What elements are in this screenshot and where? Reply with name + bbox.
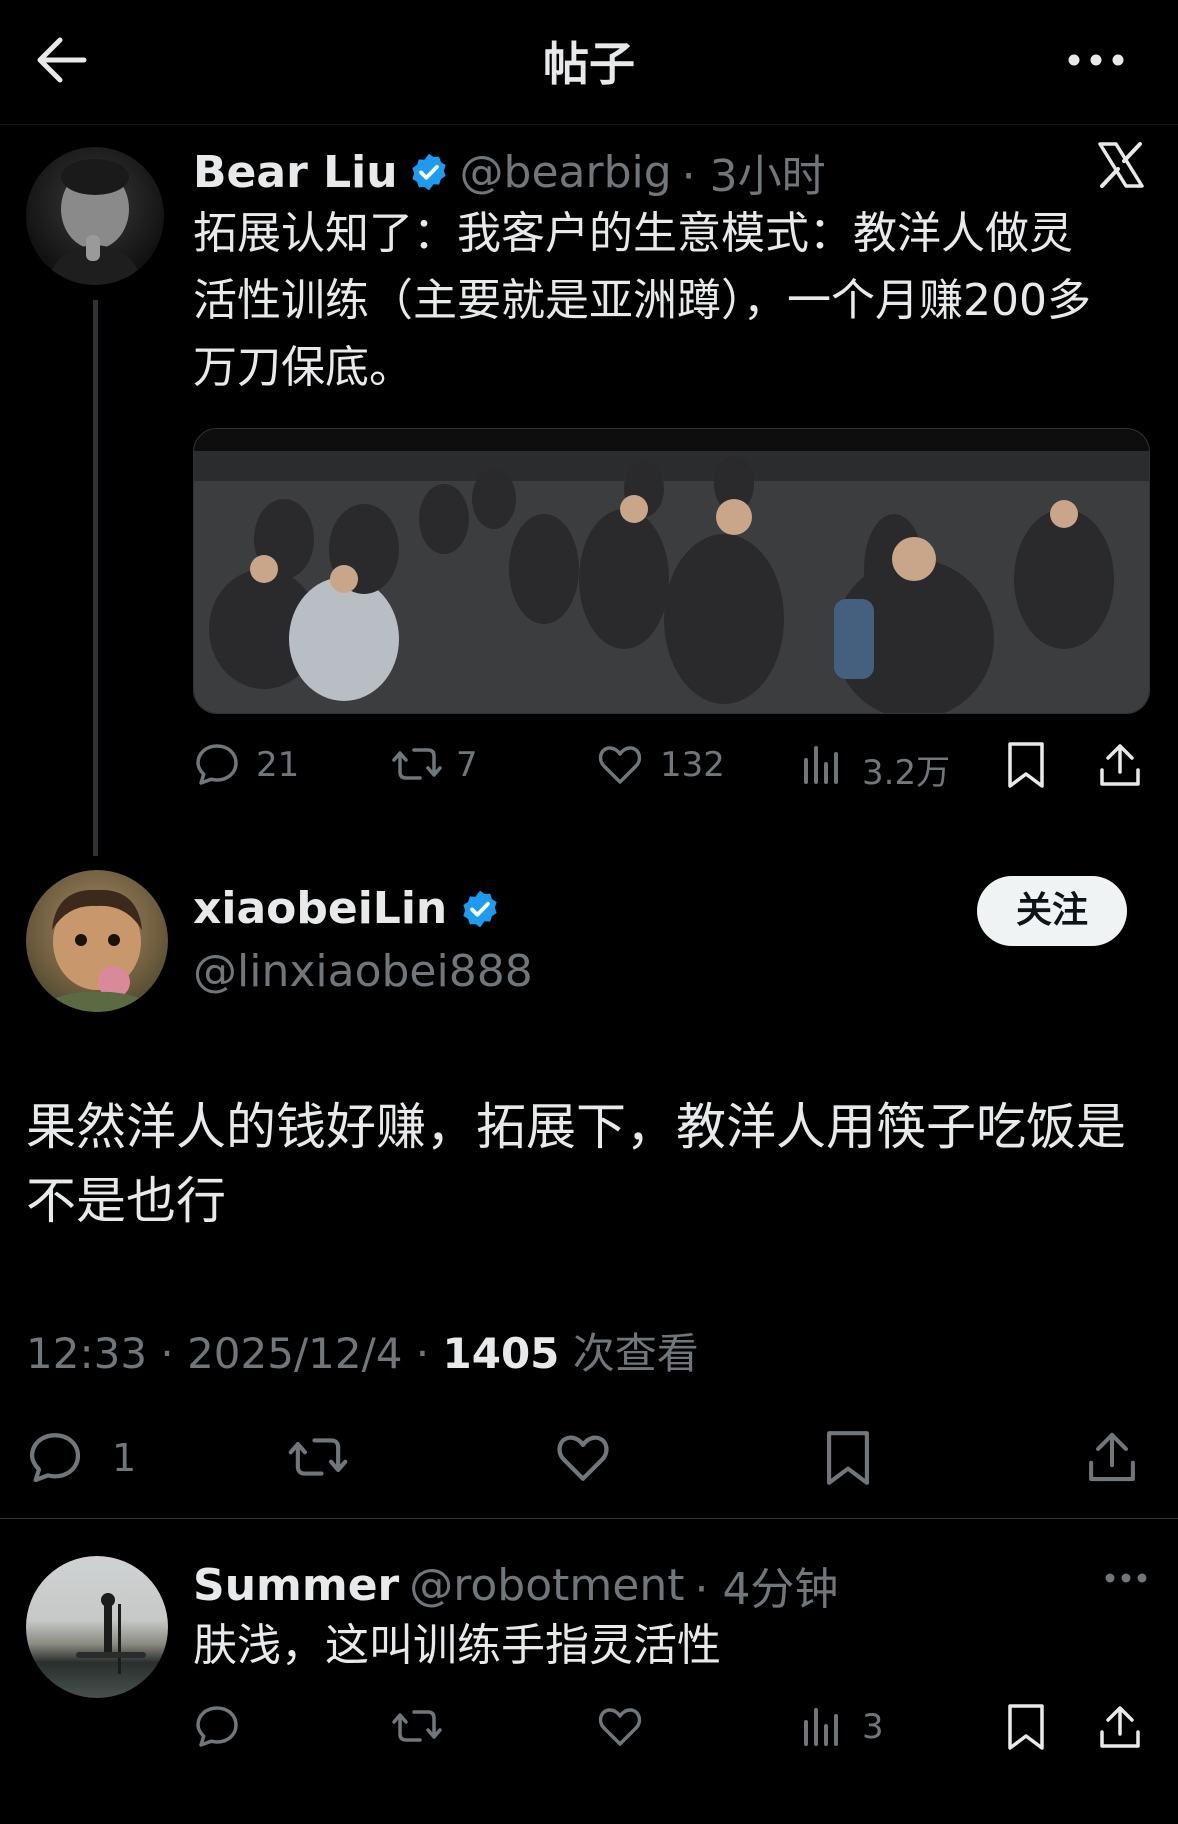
repost-icon[interactable]	[286, 1428, 350, 1486]
reply-count: 21	[256, 745, 300, 785]
post-text: 肤浅，这叫训练手指灵活性	[193, 1620, 721, 1671]
author-name[interactable]: Summer	[193, 1560, 399, 1611]
avatar[interactable]	[26, 870, 168, 1012]
x-logo-icon	[1096, 140, 1146, 190]
more-options-icon[interactable]	[1060, 30, 1132, 90]
views-count: 3	[862, 1707, 884, 1747]
like-icon[interactable]	[596, 1702, 644, 1750]
share-icon[interactable]	[1096, 1702, 1144, 1752]
post-image[interactable]	[193, 428, 1150, 714]
post-meta: 12:33 · 2025/12/4 · 1405 次查看	[26, 1320, 699, 1381]
repost-icon[interactable]	[390, 740, 444, 788]
post-timestamp: 12:33 · 2025/12/4 ·	[26, 1329, 443, 1378]
views-icon[interactable]	[800, 1702, 844, 1750]
post-time: · 4分钟	[694, 1564, 839, 1615]
bookmark-icon[interactable]	[1004, 1702, 1048, 1752]
author-handle[interactable]: @linxiaobei888	[193, 946, 533, 997]
reply-icon[interactable]	[26, 1428, 84, 1486]
share-icon[interactable]	[1096, 740, 1144, 790]
author-name[interactable]: Bear Liu	[193, 147, 398, 198]
verified-badge-icon	[408, 151, 450, 193]
views-label: 次查看	[559, 1329, 699, 1378]
bookmark-icon[interactable]	[822, 1428, 874, 1488]
author-handle[interactable]: @bearbig	[460, 147, 672, 198]
repost-icon[interactable]	[390, 1702, 444, 1750]
header-divider	[0, 124, 1178, 125]
thread-line	[93, 300, 98, 856]
like-count: 132	[660, 745, 725, 785]
views-icon[interactable]	[800, 740, 844, 788]
author-name[interactable]: xiaobeiLin	[193, 883, 447, 934]
reply-icon[interactable]	[193, 1702, 241, 1750]
post-header: Bear Liu @bearbig · 3小时	[193, 140, 826, 204]
more-options-icon[interactable]	[1100, 1558, 1152, 1598]
views-count: 1405	[442, 1329, 560, 1378]
views-count: 3.2万	[862, 753, 951, 793]
section-divider	[0, 1518, 1178, 1519]
like-icon[interactable]	[554, 1428, 612, 1486]
avatar[interactable]	[26, 1556, 168, 1698]
follow-button[interactable]: 关注	[977, 876, 1127, 946]
post-text: 果然洋人的钱好赚，拓展下，教洋人用筷子吃饭是不是也行	[26, 1098, 1126, 1230]
author-handle[interactable]: @robotment	[409, 1560, 684, 1611]
like-icon[interactable]	[596, 740, 644, 788]
reply-count: 1	[112, 1436, 137, 1480]
avatar[interactable]	[26, 147, 164, 285]
post-header: Summer @robotment · 4分钟	[193, 1553, 838, 1617]
page-title: 帖子	[543, 37, 635, 91]
reply-icon[interactable]	[193, 740, 241, 788]
share-icon[interactable]	[1084, 1428, 1140, 1486]
repost-count: 7	[456, 745, 478, 785]
verified-badge-icon	[459, 888, 501, 930]
bookmark-icon[interactable]	[1004, 740, 1048, 790]
post-time: · 3小时	[681, 151, 826, 202]
post-text: 拓展认知了：我客户的生意模式：教洋人做灵活性训练（主要就是亚洲蹲），一个月赚20…	[193, 208, 1091, 393]
post-header: xiaobeiLin	[193, 883, 501, 934]
